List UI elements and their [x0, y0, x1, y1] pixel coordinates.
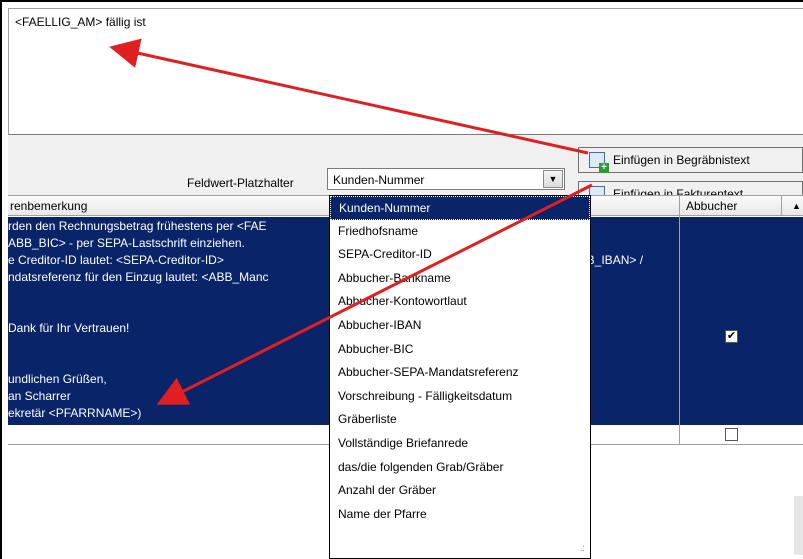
vertical-scrollbar[interactable] [794, 496, 803, 555]
dropdown-item[interactable]: Anzahl der Gräber [330, 479, 590, 503]
dropdown-item[interactable]: Abbucher-SEPA-Mandatsreferenz [330, 361, 590, 385]
column-header-abbucher[interactable]: Abbucher [686, 199, 737, 213]
dropdown-item[interactable]: Abbucher-BIC [330, 338, 590, 362]
insert-burial-text-label: Einfügen in Begräbnistext [613, 153, 750, 167]
dropdown-item[interactable]: Vorschreibung - Fälligkeitsdatum [330, 385, 590, 409]
text-editor[interactable]: <FAELLIG_AM> fällig ist [8, 8, 803, 135]
document-add-icon [589, 152, 609, 173]
check-icon: ✔ [726, 330, 737, 342]
dropdown-item[interactable]: Name der Pfarre [330, 503, 590, 527]
dropdown-item[interactable]: Friedhofsname [330, 220, 590, 244]
dropdown-item[interactable]: Abbucher-Kontowortlaut [330, 290, 590, 314]
placeholder-label: Feldwert-Platzhalter [187, 176, 294, 190]
column-header-remark[interactable]: renbemerkung [10, 199, 87, 213]
scroll-up-icon[interactable]: ▲ [790, 196, 803, 216]
remark-line: undlichen Grüßen, [8, 372, 107, 386]
remark-line: rden den Rechnungsbetrag frühestens per … [8, 219, 267, 233]
dropdown-item[interactable]: SEPA-Creditor-ID [330, 243, 590, 267]
column-divider [679, 196, 680, 445]
remark-line: ekretär <PFARRNAME>) [8, 406, 142, 420]
dropdown-item[interactable]: Abbucher-Bankname [330, 267, 590, 291]
chevron-down-icon[interactable]: ▼ [543, 170, 563, 188]
placeholder-combobox[interactable]: Kunden-Nummer ▼ [327, 168, 565, 190]
dropdown-item[interactable]: Gräberliste [330, 408, 590, 432]
remark-line: an Scharrer [8, 389, 71, 403]
dropdown-item[interactable]: Kunden-Nummer [330, 196, 590, 220]
abbucher-checkbox[interactable]: ✔ [725, 330, 738, 343]
resize-grip-icon[interactable]: .: [580, 543, 584, 554]
column-divider[interactable] [781, 196, 782, 216]
remark-line: ABB_BIC> - per SEPA-Lastschrift einziehe… [8, 236, 245, 250]
dropdown-item[interactable]: Abbucher-IBAN [330, 314, 590, 338]
dropdown-item[interactable]: Vollständige Briefanrede [330, 432, 590, 456]
placeholder-selected-value: Kunden-Nummer [333, 173, 425, 187]
placeholder-dropdown-list[interactable]: Kunden-Nummer Friedhofsname SEPA-Credito… [329, 195, 591, 559]
abbucher-checkbox[interactable] [725, 428, 738, 441]
remark-line: Dank für Ihr Vertrauen! [8, 321, 130, 335]
dropdown-item[interactable]: das/die folgenden Grab/Gräber [330, 456, 590, 480]
remark-line: ndatsreferenz für den Einzug lautet: <AB… [8, 270, 269, 284]
text-editor-content: <FAELLIG_AM> fällig ist [15, 15, 146, 29]
remark-line: e Creditor-ID lautet: <SEPA-Creditor-ID> [8, 253, 224, 267]
insert-burial-text-button[interactable]: Einfügen in Begräbnistext [578, 147, 803, 173]
